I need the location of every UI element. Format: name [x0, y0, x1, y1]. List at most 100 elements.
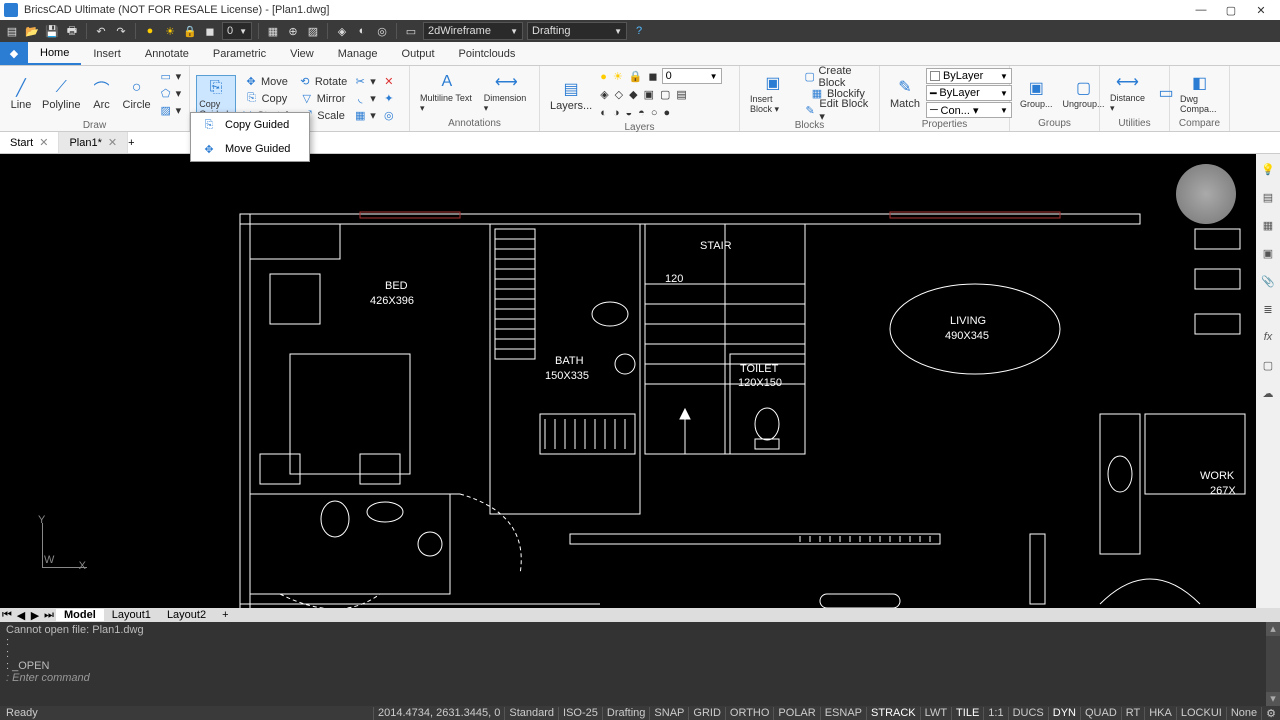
- add-tab-button[interactable]: +: [128, 137, 134, 149]
- close-button[interactable]: ✕: [1246, 4, 1276, 17]
- status-coords[interactable]: 2014.4734, 2631.3445, 0: [373, 707, 504, 720]
- linetype-combo[interactable]: ─ Con... ▾▼: [926, 102, 1012, 118]
- material-icon[interactable]: ◎: [374, 23, 390, 39]
- arc-button[interactable]: ⌒Arc: [87, 76, 117, 112]
- layer-dropdown[interactable]: 0▼: [662, 68, 722, 84]
- new-icon[interactable]: ▤: [4, 23, 20, 39]
- trim-button[interactable]: ✂▾: [351, 73, 378, 90]
- tab-plan1[interactable]: Plan1*✕: [59, 132, 128, 153]
- render-icon[interactable]: ◈: [334, 23, 350, 39]
- visual-style-combo[interactable]: 2dWireframe▼: [423, 22, 523, 40]
- layout-add-button[interactable]: +: [214, 609, 236, 621]
- workspace-combo[interactable]: Drafting▼: [527, 22, 627, 40]
- laytool5-icon[interactable]: ▢: [658, 86, 672, 103]
- laytool3-icon[interactable]: ◆: [627, 86, 639, 103]
- laytool4-icon[interactable]: ▣: [642, 86, 656, 103]
- palette1-icon[interactable]: ▤: [1259, 188, 1277, 206]
- distance-button[interactable]: ⟷Distance ▾: [1106, 70, 1149, 115]
- undo-icon[interactable]: ↶: [93, 23, 109, 39]
- view-cube[interactable]: [1176, 164, 1236, 224]
- dimension-button[interactable]: ⟷Dimension ▾: [480, 70, 533, 115]
- status-strack[interactable]: STRACK: [866, 707, 920, 720]
- close-icon[interactable]: ✕: [39, 136, 48, 149]
- layout-model[interactable]: Model: [56, 609, 104, 621]
- laytool9-icon[interactable]: ◒: [624, 104, 635, 121]
- close-icon[interactable]: ✕: [108, 136, 117, 149]
- edit-block-button[interactable]: ✎Edit Block ▾: [802, 102, 873, 119]
- rect-button[interactable]: ▭▾: [157, 68, 184, 85]
- open-icon[interactable]: 📂: [24, 23, 40, 39]
- rotate-button[interactable]: ⟲Rotate: [296, 73, 349, 90]
- status-grid[interactable]: GRID: [688, 707, 725, 720]
- array-button[interactable]: ▦▾: [351, 107, 378, 124]
- layer-lock2-icon[interactable]: 🔒: [627, 68, 645, 85]
- tab-manage[interactable]: Manage: [326, 42, 390, 65]
- status-scale[interactable]: 1:1: [983, 707, 1007, 720]
- save-icon[interactable]: 💾: [44, 23, 60, 39]
- line-button[interactable]: ╱Line: [6, 76, 36, 112]
- erase-button[interactable]: ✕: [380, 73, 398, 90]
- menu-move-guided[interactable]: ✥Move Guided: [191, 137, 309, 161]
- layout-next-button[interactable]: ▶: [28, 609, 42, 622]
- copy-button[interactable]: ⎘Copy: [238, 90, 294, 107]
- layout-prev-button[interactable]: ◀: [14, 609, 28, 622]
- mtext-button[interactable]: AMultiline Text ▾: [416, 70, 478, 115]
- layout-last-button[interactable]: ⏭: [42, 609, 56, 622]
- fx-icon[interactable]: fx: [1259, 328, 1277, 346]
- palette2-icon[interactable]: ▦: [1259, 216, 1277, 234]
- status-polar[interactable]: POLAR: [773, 707, 819, 720]
- layers-icon[interactable]: ≣: [1259, 300, 1277, 318]
- app-menu-button[interactable]: ◆: [0, 42, 28, 65]
- minimize-button[interactable]: —: [1186, 4, 1216, 16]
- hatch-icon[interactable]: ▨: [305, 23, 321, 39]
- laytool10-icon[interactable]: ◓: [636, 104, 647, 121]
- status-none[interactable]: None: [1226, 707, 1261, 720]
- command-line[interactable]: Cannot open file: Plan1.dwg : : : _OPEN …: [0, 622, 1280, 706]
- layer-sun-icon[interactable]: ☀: [162, 23, 178, 39]
- laytool11-icon[interactable]: ○: [649, 104, 660, 121]
- bulb-icon[interactable]: 💡: [1259, 160, 1277, 178]
- drawing-canvas[interactable]: BED 426X396 STAIR 120 BATH 150X335 TOILE…: [0, 154, 1256, 608]
- tab-start[interactable]: Start✕: [0, 132, 59, 153]
- status-tile[interactable]: TILE: [951, 707, 983, 720]
- move-button[interactable]: ✥Move: [238, 73, 294, 90]
- status-ortho[interactable]: ORTHO: [725, 707, 774, 720]
- status-drafting[interactable]: Drafting: [602, 707, 650, 720]
- layer-freeze-icon[interactable]: ☀: [611, 68, 625, 85]
- layers-button[interactable]: ▤Layers...: [546, 77, 596, 113]
- group-button[interactable]: ▣Group...: [1016, 76, 1057, 110]
- menu-copy-guided[interactable]: ⎘Copy Guided: [191, 113, 309, 137]
- status-standard[interactable]: Standard: [504, 707, 558, 720]
- status-iso25[interactable]: ISO-25: [558, 707, 602, 720]
- print-icon[interactable]: 🖶: [64, 23, 80, 39]
- status-gear-icon[interactable]: ⚙: [1261, 707, 1280, 720]
- maximize-button[interactable]: ▢: [1216, 4, 1246, 17]
- status-lockui[interactable]: LOCKUI: [1176, 707, 1226, 720]
- tab-parametric[interactable]: Parametric: [201, 42, 278, 65]
- status-lwt[interactable]: LWT: [920, 707, 951, 720]
- tab-pointclouds[interactable]: Pointclouds: [447, 42, 528, 65]
- dwg-compare-button[interactable]: ◧Dwg Compa...: [1176, 71, 1223, 115]
- laytool12-icon[interactable]: ●: [661, 104, 672, 121]
- laytool1-icon[interactable]: ◈: [598, 86, 610, 103]
- status-esnap[interactable]: ESNAP: [820, 707, 866, 720]
- status-rt[interactable]: RT: [1121, 707, 1144, 720]
- help-icon[interactable]: ?: [631, 23, 647, 39]
- laytool8-icon[interactable]: ◑: [611, 104, 622, 121]
- circle-button[interactable]: ○Circle: [119, 76, 155, 112]
- status-ducs[interactable]: DUCS: [1008, 707, 1048, 720]
- status-dyn[interactable]: DYN: [1048, 707, 1080, 720]
- grid-icon[interactable]: ▦: [265, 23, 281, 39]
- color-combo[interactable]: ByLayer▼: [926, 68, 1012, 84]
- tab-insert[interactable]: Insert: [81, 42, 133, 65]
- offset-button[interactable]: ◎: [380, 107, 398, 124]
- cloud-icon[interactable]: ☁: [1259, 384, 1277, 402]
- tab-home[interactable]: Home: [28, 42, 81, 65]
- cmd-scrollbar[interactable]: ▴▾: [1266, 622, 1280, 706]
- layer-on-icon[interactable]: ●: [598, 68, 609, 85]
- laytool2-icon[interactable]: ◇: [613, 86, 625, 103]
- layer-lock-icon[interactable]: 🔒: [182, 23, 198, 39]
- fillet-button[interactable]: ◟▾: [351, 90, 378, 107]
- tag-icon[interactable]: ▢: [1259, 356, 1277, 374]
- redo-icon[interactable]: ↷: [113, 23, 129, 39]
